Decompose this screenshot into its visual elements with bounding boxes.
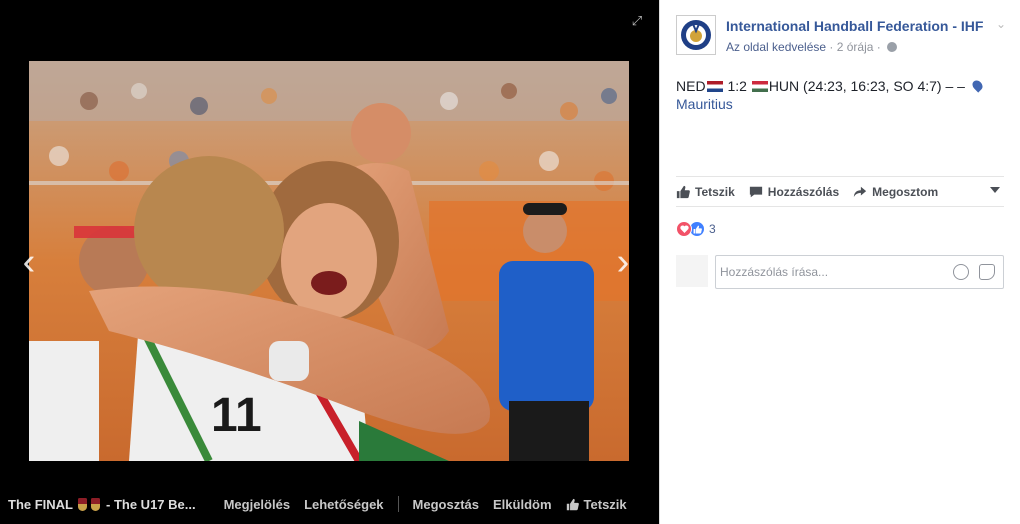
comments-section: 3 xyxy=(660,207,1020,524)
avatar xyxy=(676,255,708,287)
match-score: 1:2 xyxy=(727,78,747,94)
previous-photo-button[interactable]: ‹ xyxy=(14,240,44,284)
share-arrow-icon xyxy=(854,186,867,198)
page-name-link[interactable]: International Handball Federation - IHF xyxy=(726,18,983,34)
options-button[interactable]: Lehetőségek xyxy=(304,497,383,512)
location-pin-icon xyxy=(970,78,985,93)
post-panel: International Handball Federation - IHF … xyxy=(659,0,1020,524)
location-link[interactable]: Mauritius xyxy=(676,96,733,112)
divider xyxy=(676,176,1004,177)
album-title-prefix: The FINAL xyxy=(8,496,73,512)
flag-netherlands-icon xyxy=(706,81,723,92)
divider xyxy=(397,496,399,512)
share-label: Megosztom xyxy=(872,185,939,199)
comment-label: Hozzászólás xyxy=(767,185,840,199)
globe-icon xyxy=(887,42,898,52)
medal-icon xyxy=(91,497,101,511)
audience-dropdown-caret-icon[interactable] xyxy=(990,187,1000,193)
comment-icon xyxy=(749,186,762,198)
comment-input[interactable] xyxy=(716,256,936,288)
thumbs-up-icon xyxy=(566,498,579,510)
sticker-icon[interactable] xyxy=(979,264,995,280)
photo-illustration: 11 xyxy=(29,61,629,461)
photo-bottom-bar: The FINAL - The U17 Be... Megjelölés Leh… xyxy=(0,484,658,524)
match-details: HUN (24:23, 16:23, SO 4:7) – – xyxy=(768,78,965,94)
post-actions: Tetszik Hozzászólás Megosztom xyxy=(676,183,1006,201)
reactions-summary[interactable]: 3 xyxy=(676,220,716,238)
post-photo[interactable]: 11 xyxy=(29,61,629,461)
team-ned: NED xyxy=(676,78,706,94)
page-avatar[interactable] xyxy=(676,15,716,55)
post-timestamp[interactable]: 2 órája xyxy=(837,40,874,54)
emoji-icon[interactable] xyxy=(953,264,969,280)
comment-box[interactable] xyxy=(715,255,1004,289)
share-photo-button[interactable]: Megosztás xyxy=(413,497,479,512)
flag-hungary-icon xyxy=(751,81,768,92)
post-meta: Az oldal kedvelése · 2 órája · xyxy=(726,40,898,54)
meta-separator: · xyxy=(876,40,881,54)
medal-icon xyxy=(78,497,88,511)
album-title[interactable]: The FINAL - The U17 Be... xyxy=(8,497,196,512)
ihf-logo-icon xyxy=(681,20,711,50)
like-photo-button[interactable]: Tetszik xyxy=(566,497,627,512)
thumbs-up-icon xyxy=(676,185,690,199)
post-header: International Handball Federation - IHF … xyxy=(676,15,1006,59)
comment-button[interactable]: Hozzászólás xyxy=(749,185,839,199)
like-button[interactable]: Tetszik xyxy=(676,185,735,199)
reaction-count[interactable]: 3 xyxy=(709,222,716,236)
post-text: NED 1:2 HUN (24:23, 16:23, SO 4:7) – – M… xyxy=(676,77,1006,113)
chevron-down-icon[interactable]: ⌄ xyxy=(996,17,1006,31)
love-reaction-icon xyxy=(676,221,692,237)
send-photo-button[interactable]: Elküldöm xyxy=(493,497,552,512)
svg-text:11: 11 xyxy=(211,389,262,442)
share-button[interactable]: Megosztom xyxy=(853,185,938,199)
comment-composer xyxy=(676,255,1004,289)
expand-icon[interactable]: ⤢ xyxy=(630,14,644,28)
tag-photo-button[interactable]: Megjelölés xyxy=(224,497,290,512)
like-photo-label: Tetszik xyxy=(583,496,627,512)
like-page-link[interactable]: Az oldal kedvelése xyxy=(726,40,826,54)
album-title-suffix: - The U17 Be... xyxy=(106,496,196,512)
next-photo-button[interactable]: › xyxy=(608,240,638,284)
meta-separator: · xyxy=(829,40,834,54)
photo-viewer: ⤢ 11 ‹ › The FINAL - The U17 Be... Megje… xyxy=(0,0,658,524)
like-label: Tetszik xyxy=(695,185,735,199)
